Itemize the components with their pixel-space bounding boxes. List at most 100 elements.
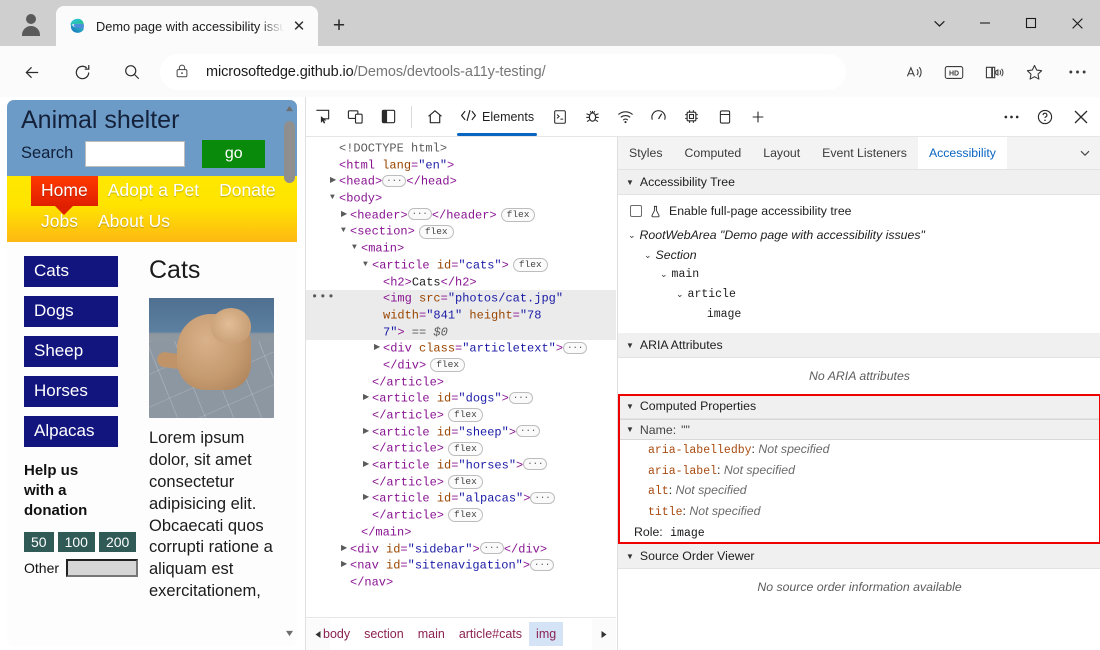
flex-badge[interactable]: flex bbox=[448, 408, 483, 422]
more-options-icon[interactable] bbox=[995, 100, 1028, 134]
breadcrumb-item[interactable]: main bbox=[411, 622, 452, 646]
page-scrollbar-thumb[interactable] bbox=[284, 121, 295, 183]
breadcrumb-item[interactable]: img bbox=[529, 622, 563, 646]
scroll-up-icon[interactable] bbox=[282, 101, 297, 116]
dom-tree-row[interactable]: </main> bbox=[306, 524, 616, 541]
section-aria-attributes[interactable]: ▼ ARIA Attributes bbox=[618, 333, 1100, 358]
dom-tree-row[interactable]: <html lang="en"> bbox=[306, 157, 616, 174]
dom-tree-row[interactable]: ▶<header>···</header>flex bbox=[306, 207, 616, 224]
dom-tree-row[interactable]: ▼<section>flex bbox=[306, 223, 616, 240]
twisty-closed-icon[interactable]: ▶ bbox=[363, 390, 372, 407]
dom-tree-row[interactable]: </article>flex bbox=[306, 507, 616, 524]
flex-badge[interactable]: flex bbox=[448, 475, 483, 489]
twisty-closed-icon[interactable]: ▶ bbox=[341, 557, 350, 574]
section-accessibility-tree[interactable]: ▼ Accessibility Tree bbox=[618, 170, 1100, 195]
expand-children-badge[interactable]: ··· bbox=[563, 342, 587, 354]
section-computed-properties[interactable]: ▼ Computed Properties bbox=[618, 394, 1100, 419]
dom-tree-row[interactable]: ▼<body> bbox=[306, 190, 616, 207]
animal-link-sheep[interactable]: Sheep bbox=[24, 336, 118, 367]
dom-tree-row[interactable]: ▶<article id="horses">··· bbox=[306, 457, 616, 474]
ax-tree-node[interactable]: ⌄RootWebArea "Demo page with accessibili… bbox=[628, 225, 1093, 245]
twisty-closed-icon[interactable]: ▶ bbox=[341, 541, 350, 558]
add-panel-icon[interactable] bbox=[741, 100, 774, 134]
animal-link-alpacas[interactable]: Alpacas bbox=[24, 416, 118, 447]
help-icon[interactable] bbox=[1028, 100, 1061, 134]
ax-tree-node[interactable]: ⌄Section bbox=[628, 245, 1093, 265]
dom-tree-row[interactable]: ▶<article id="dogs">··· bbox=[306, 390, 616, 407]
computed-name-row[interactable]: ▼ Name: "" bbox=[618, 419, 1100, 440]
sidebar-tab-layout[interactable]: Layout bbox=[752, 137, 811, 169]
animal-link-dogs[interactable]: Dogs bbox=[24, 296, 118, 327]
site-search-input[interactable] bbox=[85, 141, 185, 167]
sidebar-tab-accessibility[interactable]: Accessibility bbox=[918, 137, 1007, 169]
dom-tree-row[interactable]: <!DOCTYPE html> bbox=[306, 140, 616, 157]
dom-tree-row[interactable]: ••• <img src="photos/cat.jpg" bbox=[306, 290, 616, 307]
dom-tree-row[interactable]: </article>flex bbox=[306, 440, 616, 457]
dom-tree-row[interactable]: width="841" height="78 bbox=[306, 307, 616, 324]
breadcrumb-scroll-right-icon[interactable] bbox=[592, 619, 616, 650]
animal-link-cats[interactable]: Cats bbox=[24, 256, 118, 287]
tab-elements[interactable]: Elements bbox=[451, 98, 543, 136]
url-input[interactable]: microsoftedge.github.io/Demos/devtools-a… bbox=[160, 54, 846, 90]
profile-button[interactable] bbox=[8, 6, 54, 42]
dom-tree-row[interactable]: </article>flex bbox=[306, 407, 616, 424]
chevron-down-icon[interactable]: ⌄ bbox=[676, 285, 684, 305]
dom-tree-row[interactable]: ▼<main> bbox=[306, 240, 616, 257]
dom-tree-row[interactable]: ▶<article id="alpacas">··· bbox=[306, 490, 616, 507]
sidebar-tab-event-listeners[interactable]: Event Listeners bbox=[811, 137, 918, 169]
performance-icon[interactable] bbox=[642, 100, 675, 134]
flex-badge[interactable]: flex bbox=[430, 358, 465, 372]
page-scrollbar[interactable] bbox=[282, 101, 297, 641]
nav-item-adopt[interactable]: Adopt a Pet bbox=[98, 176, 209, 206]
breadcrumb-item[interactable]: section bbox=[357, 622, 411, 646]
ax-tree-node[interactable]: image bbox=[628, 305, 1093, 325]
maximize-icon[interactable] bbox=[1008, 0, 1054, 46]
settings-more-icon[interactable] bbox=[1054, 54, 1100, 90]
dom-tree-row[interactable]: </article>flex bbox=[306, 474, 616, 491]
new-tab-button[interactable]: + bbox=[324, 11, 354, 41]
expand-children-badge[interactable]: ··· bbox=[530, 492, 554, 504]
device-emulation-icon[interactable] bbox=[339, 100, 372, 134]
dom-tree-row[interactable]: <h2>Cats</h2> bbox=[306, 274, 616, 291]
dom-tree-panel[interactable]: <!DOCTYPE html> <html lang="en">▶<head>·… bbox=[306, 137, 616, 617]
back-arrow-icon[interactable] bbox=[14, 54, 50, 90]
expand-children-badge[interactable]: ··· bbox=[480, 542, 504, 554]
immersive-reader-icon[interactable] bbox=[974, 54, 1014, 90]
dom-tree-row[interactable]: </div>flex bbox=[306, 357, 616, 374]
twisty-open-icon[interactable]: ▼ bbox=[330, 190, 339, 207]
enable-fullpage-tree-row[interactable]: Enable full-page accessibility tree bbox=[630, 204, 1093, 218]
expand-children-badge[interactable]: ··· bbox=[516, 425, 540, 437]
breadcrumb-item[interactable]: body bbox=[316, 622, 357, 646]
flex-badge[interactable]: flex bbox=[448, 508, 483, 522]
chevron-down-icon[interactable]: ⌄ bbox=[660, 265, 668, 285]
breadcrumb-item[interactable]: article#cats bbox=[452, 622, 529, 646]
twisty-closed-icon[interactable]: ▶ bbox=[363, 490, 372, 507]
expand-children-badge[interactable]: ··· bbox=[509, 392, 533, 404]
inspect-element-icon[interactable] bbox=[306, 100, 339, 134]
minimize-icon[interactable] bbox=[962, 0, 1008, 46]
expand-children-badge[interactable]: ··· bbox=[523, 458, 547, 470]
network-icon[interactable] bbox=[609, 100, 642, 134]
home-icon[interactable] bbox=[418, 100, 451, 134]
console-icon[interactable] bbox=[543, 100, 576, 134]
tab-actions-chevron-down-icon[interactable] bbox=[916, 0, 962, 46]
sidebar-tabs-chevron-down-icon[interactable] bbox=[1069, 137, 1100, 169]
flex-badge[interactable]: flex bbox=[448, 442, 483, 456]
scroll-down-icon[interactable] bbox=[282, 626, 297, 641]
expand-children-badge[interactable]: ··· bbox=[408, 208, 432, 220]
nav-item-donate[interactable]: Donate bbox=[209, 176, 285, 206]
sources-bug-icon[interactable] bbox=[576, 100, 609, 134]
ax-tree-node[interactable]: ⌄article bbox=[628, 285, 1093, 305]
chevron-down-icon[interactable]: ⌄ bbox=[644, 245, 652, 265]
twisty-open-icon[interactable]: ▼ bbox=[363, 257, 372, 274]
dom-tree-row[interactable]: ▶<head>···</head> bbox=[306, 173, 616, 190]
dom-tree-row[interactable]: </article> bbox=[306, 374, 616, 391]
twisty-closed-icon[interactable]: ▶ bbox=[363, 457, 372, 474]
twisty-closed-icon[interactable]: ▶ bbox=[330, 173, 339, 190]
browser-tab[interactable]: Demo page with accessibility issu ✕ bbox=[56, 6, 318, 46]
animal-link-horses[interactable]: Horses bbox=[24, 376, 118, 407]
search-icon[interactable] bbox=[114, 54, 150, 90]
application-icon[interactable] bbox=[708, 100, 741, 134]
nav-item-about[interactable]: About Us bbox=[88, 207, 180, 237]
refresh-icon[interactable] bbox=[64, 54, 100, 90]
